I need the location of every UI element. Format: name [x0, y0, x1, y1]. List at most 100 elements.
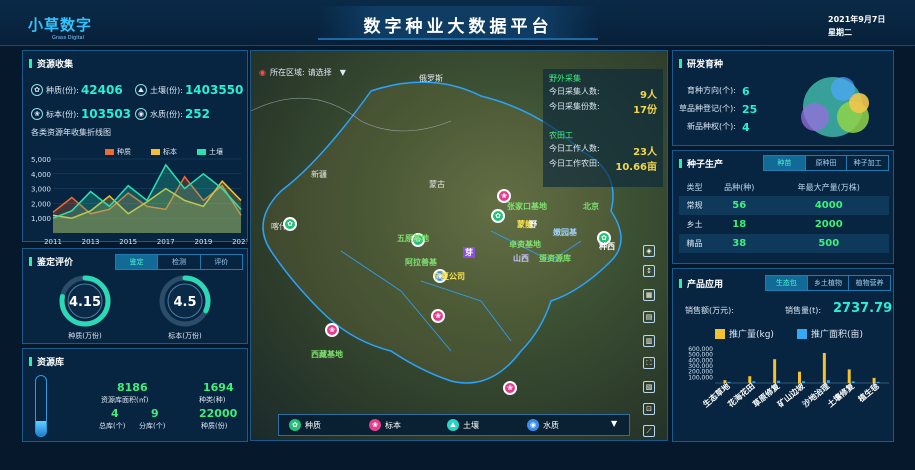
stat-value: 9人 [640, 90, 657, 101]
table-row: 常规 56 4000 [679, 196, 889, 215]
rnd-label: 草品种登记(个): [679, 104, 736, 113]
stat-value: 42406 [80, 83, 123, 97]
table-row: 乡土 18 2000 [679, 215, 889, 234]
chart-caption: 各类资源年收集折线图 [31, 128, 111, 137]
legend-promo-amount: 推广量(kg) [715, 327, 774, 340]
stat-row: 今日采集份数: 17份 [549, 101, 657, 116]
map-label: 芽 [463, 247, 475, 258]
rnd-value: 25 [741, 103, 758, 116]
seed-production-panel: 种子生产 种苗 原种田 种子加工 类型 品种(种) 年最大产量(万株) 常规 5… [672, 150, 894, 264]
promotion-bar-chart: 100,000200,000300,000400,000500,000600,0… [688, 346, 889, 409]
map-label: 卓资基地 [509, 240, 541, 249]
resource-bank-panel: 资源库 8186 资源库面积(㎡) 1694 种类(种) 4 总库(个) 9 分… [22, 348, 248, 442]
product-tabs: 生态包 乡土植物 植物营养 [765, 275, 891, 291]
cell: 500 [818, 238, 840, 249]
y-tick-label: 3,000 [31, 186, 51, 194]
legend-label: 土壤 [463, 420, 479, 430]
legend-item-specimen[interactable]: ❀ 标本 [369, 419, 401, 431]
y-tick-label: 4,000 [31, 171, 51, 179]
panel-title: 鉴定评价 [29, 255, 73, 268]
tab-evaluate[interactable]: 评价 [199, 255, 242, 269]
legend-label: 推广量(kg) [729, 330, 774, 340]
table-header: 类型 品种(种) 年最大产量(万株) [679, 179, 889, 196]
cell: 2000 [814, 219, 843, 230]
evaluation-panel: 鉴定评价 鉴定 检测 评价 4.15 4.5 种质(万份) 标本(万份) [22, 248, 248, 344]
tab-eco-pack[interactable]: 生态包 [766, 276, 807, 290]
stat-value: 103503 [80, 107, 132, 121]
map-tool-locate-icon[interactable]: ⊡ [643, 403, 655, 415]
tab-stock-field[interactable]: 原种田 [804, 156, 847, 170]
legend-item[interactable]: 土壤 [197, 147, 223, 157]
x-tick-label: 生态草地 [701, 381, 732, 409]
rnd-value: 4 [741, 121, 750, 134]
legend-collapse-icon[interactable]: ▼ [611, 419, 617, 428]
dropdown-arrow-icon: ▼ [339, 68, 346, 77]
map-tool-grid-icon[interactable]: ▤ [643, 311, 655, 323]
y-tick-label: 1,000 [31, 215, 51, 223]
water-icon: ◉ [527, 419, 539, 431]
legend-label: 标本 [163, 148, 177, 156]
storage-level-tube [35, 375, 47, 437]
map-tool-ruler-icon[interactable]: ↕ [643, 265, 655, 277]
region-label: 所在区域: [269, 68, 305, 77]
legend-item-water[interactable]: ◉ 水质 [527, 419, 559, 431]
map-label: 宁夏公司 [433, 272, 465, 281]
stat-specimen: ❀ 标本(份): 103503 [31, 107, 131, 121]
legend-label: 土壤 [209, 148, 223, 156]
map-marker-seed[interactable]: ✿ [491, 209, 505, 223]
tab-native-plants[interactable]: 乡土植物 [806, 276, 849, 290]
stat-label: 今日采集人数: [549, 87, 600, 96]
field-work-title: 农田工 [549, 131, 573, 140]
map-marker-seed[interactable]: ✿ [283, 217, 297, 231]
rnd-bubble-chart [801, 77, 869, 137]
bar [777, 380, 781, 383]
tab-identify[interactable]: 鉴定 [116, 255, 158, 269]
map-marker-specimen[interactable]: ❀ [503, 381, 517, 395]
column-header: 品种(种) [724, 183, 755, 192]
bar [822, 352, 826, 383]
bar [876, 381, 880, 383]
map-tool-map-icon[interactable]: ▧ [643, 381, 655, 393]
map-label: 阿拉善基 [405, 258, 437, 267]
map-tool-book-icon[interactable]: ▥ [643, 335, 655, 347]
legend-item[interactable]: 标本 [151, 147, 177, 157]
cell: 18 [732, 219, 747, 230]
species-label: 种类(种) [199, 396, 226, 404]
map-tool-compass-icon[interactable]: ◈ [643, 245, 655, 257]
stat-seed: ✿ 种质(份): 42406 [31, 83, 123, 97]
logo-subtitle: Grass Digital [52, 35, 85, 41]
satellite-map[interactable]: ◉ 所在区域: 请选择 ▼ 俄罗斯 蒙古 新疆 喀什 野外采集 今日采集人数: 9… [250, 50, 668, 441]
legend-item-seed[interactable]: ✿ 种质 [289, 419, 321, 431]
map-tool-layer-icon[interactable]: ▦ [643, 289, 655, 301]
map-tool-measure-icon[interactable]: ⟋ [643, 425, 655, 437]
legend-item-soil[interactable]: ⛰ 土壤 [447, 419, 479, 431]
map-marker-specimen[interactable]: ❀ [431, 309, 445, 323]
rnd-row: 育种方向(个): 6 [687, 85, 750, 98]
seed-icon: ✿ [31, 84, 43, 96]
legend-swatch [151, 149, 160, 155]
stat-row: 今日工作农田: 10.66亩 [549, 158, 657, 173]
sales-count-label: 销售量(t): [785, 306, 822, 315]
seed-production-tabs: 种苗 原种田 种子加工 [763, 155, 889, 171]
map-label: 野 [529, 220, 537, 229]
branch-bank-label: 分库(个) [139, 422, 166, 430]
x-tick-label: 2017 [157, 238, 175, 246]
map-tool-fullscreen-icon[interactable]: ⛶ [643, 357, 655, 369]
tab-plant-nutrition[interactable]: 植物营养 [848, 276, 890, 290]
region-selector[interactable]: ◉ 所在区域: 请选择 ▼ [259, 67, 346, 78]
bar [802, 381, 805, 383]
branch-bank-value: 9 [151, 407, 159, 420]
tab-seedling[interactable]: 种苗 [764, 156, 805, 170]
rnd-panel: 研发育种 育种方向(个): 6 草品种登记(个): 25 新品种权(个): 4 [672, 50, 894, 146]
tab-detect[interactable]: 检测 [157, 255, 199, 269]
panel-title: 产品应用 [679, 277, 723, 290]
specimen-icon: ❀ [31, 108, 43, 120]
cell: 乡土 [686, 220, 703, 229]
map-label: 北京 [583, 202, 599, 211]
legend-item[interactable]: 种质 [105, 147, 131, 157]
germ-label: 种质(份) [201, 422, 228, 430]
gauge-value: 4.5 [173, 295, 196, 310]
main-bank-label: 总库(个) [99, 422, 126, 430]
tab-seed-processing[interactable]: 种子加工 [846, 156, 888, 170]
map-marker-specimen[interactable]: ❀ [325, 323, 339, 337]
